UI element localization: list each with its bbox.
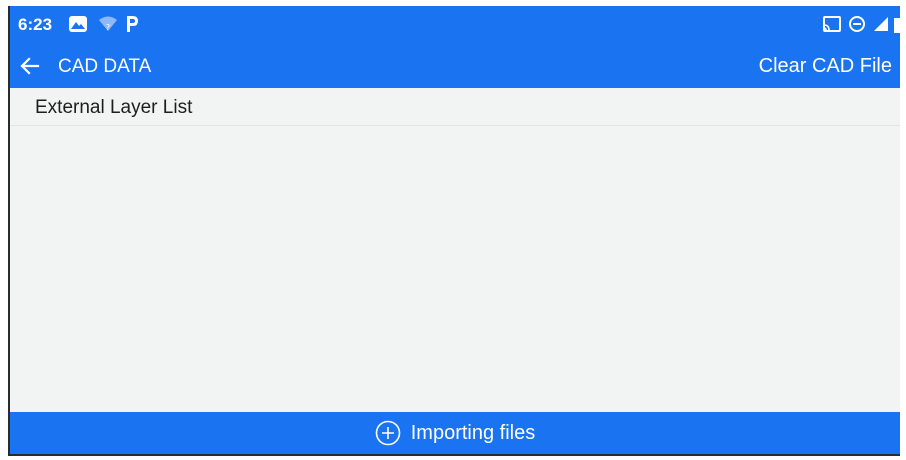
wifi-icon: ? bbox=[98, 15, 118, 33]
do-not-disturb-icon bbox=[848, 15, 866, 33]
importing-files-button[interactable]: Importing files bbox=[10, 412, 900, 454]
app-screen: 6:23 ? CAD DATA Clear CAD File External … bbox=[8, 6, 900, 456]
battery-icon bbox=[894, 15, 900, 33]
plus-circle-icon bbox=[375, 420, 401, 446]
external-layer-list-label: External Layer List bbox=[35, 97, 193, 118]
list-header: External Layer List bbox=[10, 88, 900, 126]
gallery-icon bbox=[68, 15, 88, 33]
svg-text:?: ? bbox=[106, 23, 110, 32]
clear-cad-file-button[interactable]: Clear CAD File bbox=[759, 55, 892, 78]
status-bar: 6:23 ? bbox=[10, 6, 900, 44]
cast-icon bbox=[822, 15, 842, 33]
app-toolbar: CAD DATA Clear CAD File bbox=[10, 44, 900, 88]
page-title: CAD DATA bbox=[58, 56, 152, 77]
parking-icon bbox=[124, 14, 140, 34]
status-time: 6:23 bbox=[18, 15, 53, 34]
layer-list bbox=[10, 126, 900, 416]
arrow-left-icon[interactable] bbox=[18, 55, 40, 77]
importing-files-label: Importing files bbox=[410, 421, 536, 444]
signal-icon bbox=[872, 15, 890, 33]
